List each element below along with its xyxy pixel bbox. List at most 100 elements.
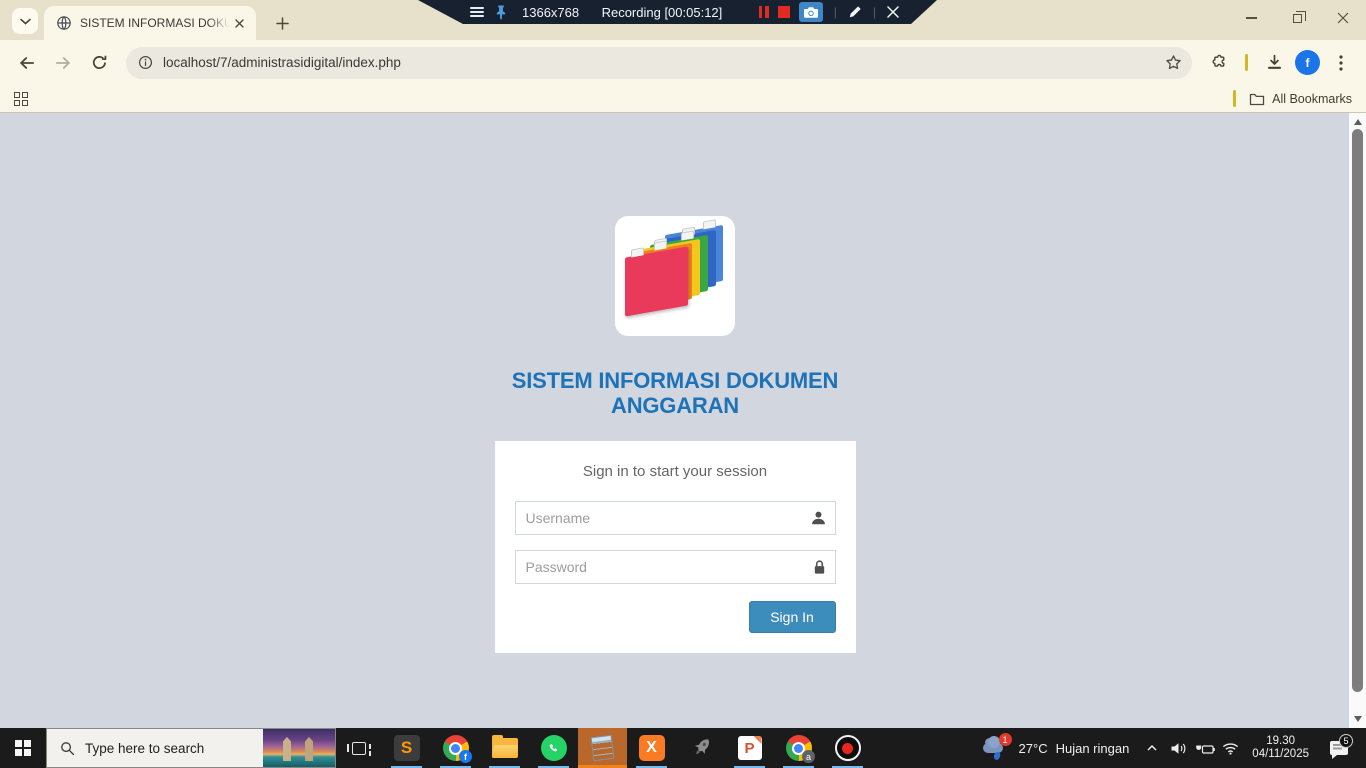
url-text: localhost/7/administrasidigital/index.ph… (163, 55, 1165, 70)
scroll-thumb[interactable] (1352, 129, 1363, 692)
recbar-separator: | (834, 5, 837, 19)
recording-status: Recording [00:05:12] (579, 5, 759, 20)
page-title-line1: SISTEM INFORMASI DOKUMEN (512, 368, 838, 393)
taskbar-app-chrome-alt[interactable]: a (774, 728, 823, 768)
taskbar-app-rocket[interactable] (676, 728, 725, 768)
tab-title: SISTEM INFORMASI DOKUMEN (80, 16, 230, 30)
weather-badge: 1 (999, 733, 1012, 746)
extensions-button[interactable] (1204, 48, 1234, 78)
file-explorer-icon (492, 738, 518, 758)
address-bar[interactable]: localhost/7/administrasidigital/index.ph… (126, 47, 1192, 79)
recbar-separator: | (873, 5, 876, 19)
taskbar-search[interactable]: Type here to search (46, 728, 336, 768)
tab-search-button[interactable] (12, 8, 38, 34)
all-bookmarks-label: All Bookmarks (1272, 92, 1352, 106)
puzzle-icon (1211, 54, 1228, 71)
close-icon (1337, 12, 1349, 24)
login-card: Sign in to start your session Sign In (495, 441, 856, 653)
forward-button[interactable] (48, 48, 78, 78)
battery-plug-icon (1194, 742, 1215, 755)
lock-icon (812, 559, 827, 580)
pause-button[interactable] (759, 6, 769, 18)
weather-cloud-icon: 1 (982, 736, 1010, 760)
scroll-down-button[interactable] (1349, 712, 1366, 726)
recording-resolution: 1366x768 (522, 5, 579, 20)
bookmark-star-icon[interactable] (1165, 54, 1182, 71)
taskbar-app-xampp[interactable]: X (627, 728, 676, 768)
pin-icon[interactable] (495, 5, 507, 20)
folder-icon (1249, 92, 1265, 106)
speaker-icon (1170, 741, 1187, 756)
vertical-scrollbar (1349, 113, 1366, 728)
taskbar-app-sublime[interactable]: S (382, 728, 431, 768)
notepad-icon (591, 735, 615, 761)
notification-center-button[interactable]: 5 (1318, 741, 1360, 755)
taskbar-app-chrome[interactable]: f (431, 728, 480, 768)
all-bookmarks-button[interactable]: All Bookmarks (1228, 90, 1352, 107)
weather-description: Hujan ringan (1056, 741, 1130, 756)
bookmarks-separator (1233, 90, 1236, 107)
battery-button[interactable] (1191, 728, 1217, 768)
windows-logo-icon (15, 740, 31, 756)
taskbar-app-screen-recorder[interactable] (823, 728, 872, 768)
record-icon (835, 735, 861, 761)
camera-icon (804, 7, 818, 18)
sublime-icon: S (394, 735, 420, 761)
scroll-down-icon (1354, 716, 1362, 722)
apps-grid-button[interactable] (14, 92, 28, 106)
app-logo (615, 216, 735, 336)
facebook-badge: f (459, 750, 472, 763)
reload-button[interactable] (84, 48, 114, 78)
toolbar-separator (1245, 54, 1248, 71)
plus-icon (276, 17, 289, 30)
username-input[interactable] (515, 501, 836, 535)
downloads-button[interactable] (1259, 48, 1289, 78)
recorder-menu-icon[interactable] (470, 7, 484, 17)
browser-tab[interactable]: SISTEM INFORMASI DOKUMEN (44, 6, 256, 40)
reload-icon (91, 54, 108, 71)
new-tab-button[interactable] (268, 9, 296, 37)
back-button[interactable] (12, 48, 42, 78)
taskbar-app-whatsapp[interactable] (529, 728, 578, 768)
forward-icon (54, 54, 72, 72)
powerpoint-icon: P (738, 736, 762, 760)
window-minimize-button[interactable] (1228, 0, 1274, 36)
volume-button[interactable] (1165, 728, 1191, 768)
wifi-button[interactable] (1217, 728, 1243, 768)
globe-favicon-icon (56, 15, 72, 31)
page-title-line2: ANGGARAN (512, 393, 838, 418)
tab-close-button[interactable] (230, 14, 248, 32)
taskbar-app-notepad-active[interactable] (578, 728, 627, 768)
recorder-close-button[interactable] (887, 6, 899, 18)
password-field-wrap (515, 550, 836, 584)
chevron-down-icon (20, 18, 31, 25)
screen: SISTEM INFORMASI DOKUMEN loca (0, 0, 1366, 768)
clock-widget[interactable]: 19.30 04/11/2025 (1243, 735, 1318, 762)
start-button[interactable] (0, 728, 46, 768)
taskbar-app-file-explorer[interactable] (480, 728, 529, 768)
task-view-button[interactable] (336, 728, 382, 768)
tray-chevron-button[interactable] (1139, 728, 1165, 768)
weather-widget[interactable]: 1 27°C Hujan ringan (972, 728, 1140, 768)
window-close-button[interactable] (1320, 0, 1366, 36)
stop-button[interactable] (778, 6, 790, 18)
page-title: SISTEM INFORMASI DOKUMEN ANGGARAN (512, 368, 838, 418)
sign-in-button[interactable]: Sign In (749, 601, 836, 633)
draw-pencil-button[interactable] (848, 5, 862, 19)
profile-avatar[interactable]: f (1295, 50, 1320, 75)
notification-badge: 5 (1339, 734, 1353, 748)
window-restore-button[interactable] (1274, 0, 1320, 36)
user-icon (810, 510, 827, 531)
scroll-up-button[interactable] (1349, 115, 1366, 129)
browser-menu-button[interactable] (1326, 48, 1356, 78)
search-placeholder-text: Type here to search (85, 741, 263, 756)
scroll-up-icon (1354, 119, 1362, 125)
close-icon (887, 6, 899, 18)
browser-toolbar: localhost/7/administrasidigital/index.ph… (0, 40, 1366, 85)
restore-icon (1293, 14, 1302, 23)
site-info-icon[interactable] (138, 55, 153, 70)
password-input[interactable] (515, 550, 836, 584)
taskbar-app-powerpoint[interactable]: P (725, 728, 774, 768)
close-icon (235, 19, 244, 28)
screenshot-camera-button[interactable] (799, 2, 823, 22)
